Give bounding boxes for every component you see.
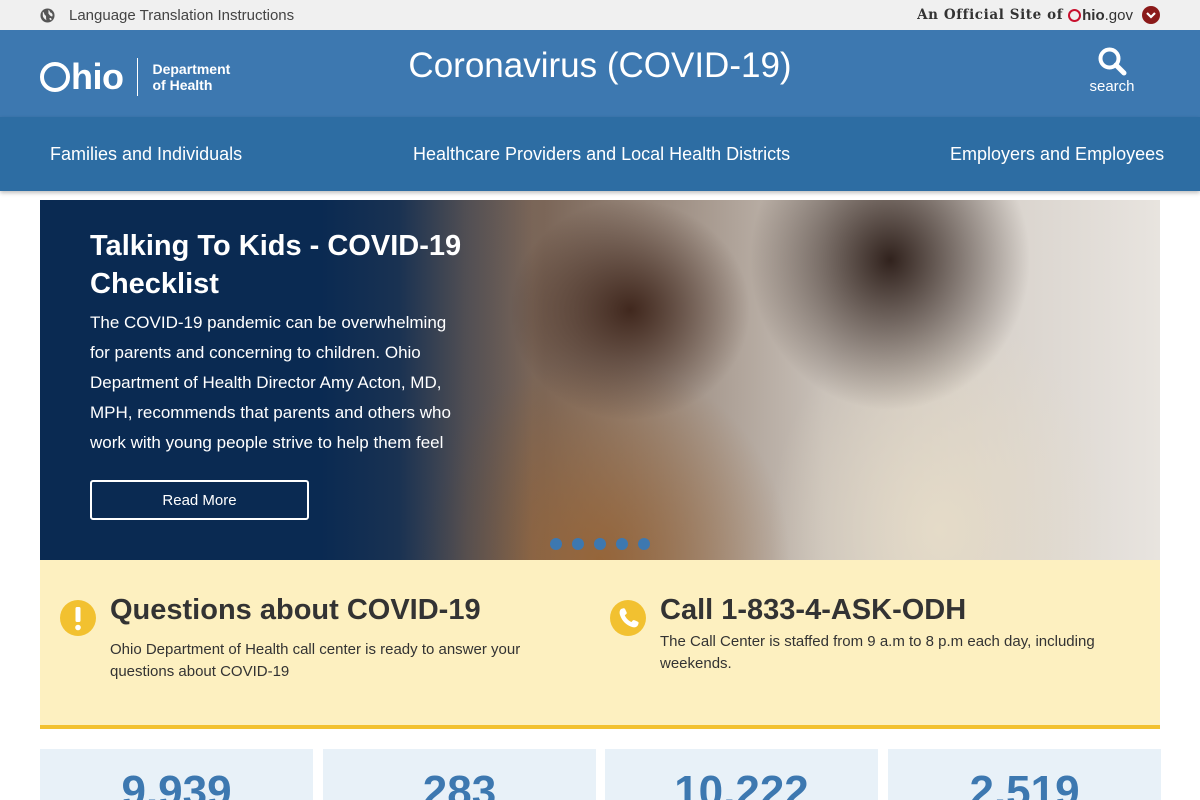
page-title: Coronavirus (COVID-19) xyxy=(408,46,792,85)
nav-item-families[interactable]: Families and Individuals xyxy=(50,117,242,191)
carousel-dot[interactable] xyxy=(594,538,606,550)
exclamation-icon xyxy=(60,600,96,636)
search-icon xyxy=(1098,47,1127,76)
contact-info-band: Questions about COVID-19 Ohio Department… xyxy=(40,560,1160,729)
carousel-dot[interactable] xyxy=(572,538,584,550)
stat-value: 2,519 xyxy=(969,767,1080,800)
stat-value: 283 xyxy=(422,767,497,800)
utility-bar: Language Translation Instructions An Off… xyxy=(0,0,1200,30)
ohio-gov-brand: hio xyxy=(1082,6,1105,24)
stat-card: 9,939 xyxy=(40,749,313,800)
carousel-dot[interactable] xyxy=(616,538,628,550)
globe-icon xyxy=(40,7,55,23)
carousel-dot[interactable] xyxy=(550,538,562,550)
official-site-banner[interactable]: An Official Site of hio .gov xyxy=(917,0,1160,30)
search-button[interactable]: search xyxy=(1080,46,1144,104)
questions-text: Ohio Department of Health call center is… xyxy=(110,641,521,680)
ohio-gov-logo: hio .gov xyxy=(1068,7,1133,24)
stat-value: 10,222 xyxy=(674,767,809,800)
call-text: The Call Center is staffed from 9 a.m to… xyxy=(660,633,1095,672)
read-more-button[interactable]: Read More xyxy=(90,480,309,520)
chevron-down-icon[interactable] xyxy=(1142,6,1160,24)
stat-card: 10,222 xyxy=(605,749,878,800)
call-heading[interactable]: Call 1-833-4-ASK-ODH xyxy=(660,594,966,627)
stat-card: 2,519 xyxy=(888,749,1161,800)
questions-heading: Questions about COVID-19 xyxy=(110,594,481,626)
nav-item-healthcare-providers[interactable]: Healthcare Providers and Local Health Di… xyxy=(413,117,790,191)
carousel-dot[interactable] xyxy=(638,538,650,550)
language-translation-link[interactable]: Language Translation Instructions xyxy=(40,0,294,30)
nav-item-employers[interactable]: Employers and Employees xyxy=(950,117,1164,191)
hero-carousel: Talking To Kids - COVID-19 Checklist The… xyxy=(40,200,1160,560)
hero-description: The COVID-19 pandemic can be overwhelmin… xyxy=(90,313,451,452)
language-link-label: Language Translation Instructions xyxy=(69,6,295,24)
ohio-o-ring xyxy=(1068,8,1082,22)
main-nav: Families and Individuals Healthcare Prov… xyxy=(0,117,1200,191)
stat-card: 283 xyxy=(323,749,596,800)
site-header: hio Department of Health Coronavirus (CO… xyxy=(0,30,1200,117)
official-site-label: An Official Site of xyxy=(917,7,1064,23)
search-label: search xyxy=(1089,78,1135,95)
stat-value: 9,939 xyxy=(121,767,232,800)
phone-icon xyxy=(610,600,646,636)
carousel-dots xyxy=(550,538,650,550)
hero-title: Talking To Kids - COVID-19 Checklist xyxy=(90,230,462,300)
ohio-gov-suffix: .gov xyxy=(1104,6,1133,24)
